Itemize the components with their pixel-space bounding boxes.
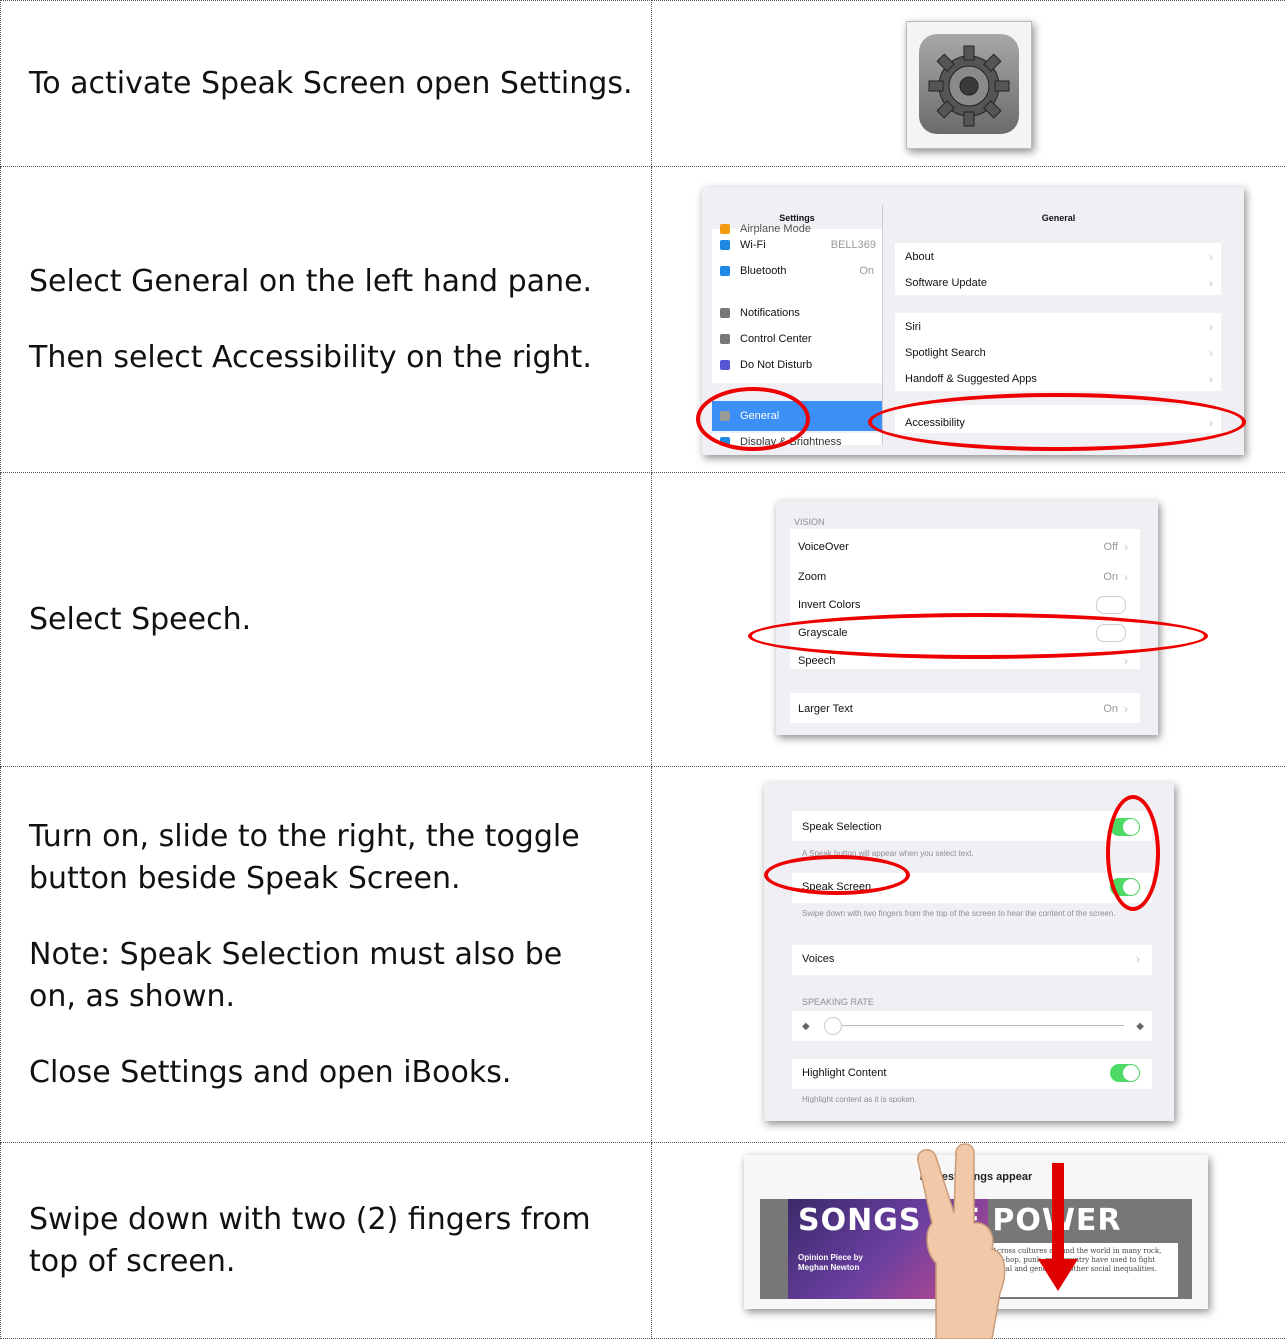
speaking-rate-slider[interactable]: ◆ ◆ xyxy=(792,1011,1152,1041)
slider-thumb[interactable] xyxy=(824,1017,842,1035)
step-4-instructions: Turn on, slide to the right, the toggle … xyxy=(1,816,651,1094)
vision-item-voiceover[interactable]: VoiceOver Off › xyxy=(798,541,1136,553)
step-4-line-1: Turn on, slide to the right, the toggle … xyxy=(29,816,615,900)
wifi-icon xyxy=(720,240,730,250)
right-item-spotlight[interactable]: Spotlight Search› xyxy=(905,347,1221,359)
step-4-line-2: Note: Speak Selection must also be on, a… xyxy=(29,934,615,1018)
step-5-instructions: Swipe down with two (2) fingers from top… xyxy=(1,1199,651,1283)
control-center-icon xyxy=(720,334,730,344)
step-5-line-1: Swipe down with two (2) fingers from top… xyxy=(29,1199,591,1283)
slider-track xyxy=(830,1025,1124,1026)
step-4-line-3: Close Settings and open iBooks. xyxy=(29,1052,615,1094)
left-item-airplane[interactable]: Airplane Mode xyxy=(720,223,811,235)
ibooks-byline-1: Opinion Piece by xyxy=(798,1253,863,1262)
chevron-right-icon: › xyxy=(1124,702,1128,716)
step-3-image-cell: VISION VoiceOver Off › Zoom On › Invert … xyxy=(652,473,1286,767)
speaking-rate-header: SPEAKING RATE xyxy=(802,997,874,1007)
step-3-instructions: Select Speech. xyxy=(1,599,651,641)
instruction-document: To activate Speak Screen open Settings. xyxy=(0,0,1286,1338)
step-1-image-cell xyxy=(652,1,1286,167)
steps-table: To activate Speak Screen open Settings. xyxy=(0,0,1286,1339)
step-2-line-2: Then select Accessibility on the right. xyxy=(29,337,651,379)
step-1-line-1: To activate Speak Screen open Settings. xyxy=(29,63,651,105)
left-item-do-not-disturb[interactable]: Do Not Disturb xyxy=(720,359,812,371)
chevron-right-icon: › xyxy=(1209,276,1213,290)
step-2-image-cell: Settings Airplane Mode Wi-Fi BELL369 Blu… xyxy=(652,167,1286,473)
vision-item-invert-colors[interactable]: Invert Colors xyxy=(798,599,1136,611)
step-row-5: Swipe down with two (2) fingers from top… xyxy=(1,1143,1286,1339)
vision-item-larger-text[interactable]: Larger Text On › xyxy=(798,703,1136,715)
chevron-right-icon: › xyxy=(1124,570,1128,584)
step-row-2: Select General on the left hand pane. Th… xyxy=(1,167,1286,473)
right-item-siri[interactable]: Siri› xyxy=(905,321,1221,333)
speak-selection-row[interactable]: Speak Selection xyxy=(802,821,1148,833)
step-row-1: To activate Speak Screen open Settings. xyxy=(1,1,1286,167)
ibooks-byline-2: Meghan Newton xyxy=(798,1263,859,1272)
left-item-bluetooth[interactable]: Bluetooth On xyxy=(720,265,880,277)
moon-icon xyxy=(720,360,730,370)
step-row-4: Turn on, slide to the right, the toggle … xyxy=(1,767,1286,1143)
step-3-line-1: Select Speech. xyxy=(29,599,651,641)
right-pane-title: General xyxy=(883,213,1234,223)
vision-item-zoom[interactable]: Zoom On › xyxy=(798,571,1136,583)
highlight-ellipse-general xyxy=(696,387,810,451)
step-2-instructions: Select General on the left hand pane. Th… xyxy=(1,261,651,379)
settings-app-icon xyxy=(906,21,1032,149)
step-5-text-cell: Swipe down with two (2) fingers from top… xyxy=(1,1143,652,1339)
step-4-text-cell: Turn on, slide to the right, the toggle … xyxy=(1,767,652,1143)
step-4-image-cell: Speak Selection A Speak button will appe… xyxy=(652,767,1286,1143)
two-finger-hand-icon xyxy=(896,1143,1046,1339)
turtle-icon: ◆ xyxy=(802,1021,810,1032)
left-item-notifications[interactable]: Notifications xyxy=(720,307,800,319)
vision-section-header: VISION xyxy=(794,517,825,527)
highlight-ellipse-speak-screen xyxy=(764,855,910,895)
gear-icon xyxy=(919,34,1019,134)
chevron-right-icon: › xyxy=(1209,320,1213,334)
invert-colors-toggle[interactable] xyxy=(1096,596,1126,614)
chevron-right-icon: › xyxy=(1209,372,1213,386)
highlight-ellipse-accessibility xyxy=(868,393,1246,451)
step-2-line-1: Select General on the left hand pane. xyxy=(29,261,651,303)
airplane-icon xyxy=(720,224,730,234)
step-2-text-cell: Select General on the left hand pane. Th… xyxy=(1,167,652,473)
step-3-text-cell: Select Speech. xyxy=(1,473,652,767)
step-1-text-cell: To activate Speak Screen open Settings. xyxy=(1,1,652,167)
left-item-wifi[interactable]: Wi-Fi BELL369 xyxy=(720,239,880,251)
left-item-control-center[interactable]: Control Center xyxy=(720,333,812,345)
chevron-right-icon: › xyxy=(1209,250,1213,264)
left-pane-title: Settings xyxy=(712,213,882,223)
highlight-content-toggle[interactable] xyxy=(1110,1064,1140,1082)
right-item-about[interactable]: About› xyxy=(905,251,1221,263)
highlight-ellipse-speech xyxy=(748,613,1208,659)
step-1-instructions: To activate Speak Screen open Settings. xyxy=(1,63,651,105)
highlight-ellipse-toggles xyxy=(1106,795,1160,911)
voices-row[interactable]: Voices › xyxy=(802,953,1148,965)
step-row-3: Select Speech. VISION VoiceOver Off › Zo… xyxy=(1,473,1286,767)
chevron-right-icon: › xyxy=(1124,654,1128,668)
notifications-icon xyxy=(720,308,730,318)
step-5-image-cell: Protest songs appear SONGS OF POWER Opin… xyxy=(652,1143,1286,1339)
right-item-handoff[interactable]: Handoff & Suggested Apps› xyxy=(905,373,1221,385)
bluetooth-icon xyxy=(720,266,730,276)
chevron-right-icon: › xyxy=(1136,952,1140,966)
rabbit-icon: ◆ xyxy=(1136,1021,1144,1032)
speak-screen-note: Swipe down with two fingers from the top… xyxy=(802,909,1142,918)
chevron-right-icon: › xyxy=(1209,346,1213,360)
right-item-software-update[interactable]: Software Update› xyxy=(905,277,1221,289)
highlight-content-row[interactable]: Highlight Content xyxy=(802,1067,1148,1079)
chevron-right-icon: › xyxy=(1124,540,1128,554)
highlight-content-note: Highlight content as it is spoken. xyxy=(802,1095,917,1103)
